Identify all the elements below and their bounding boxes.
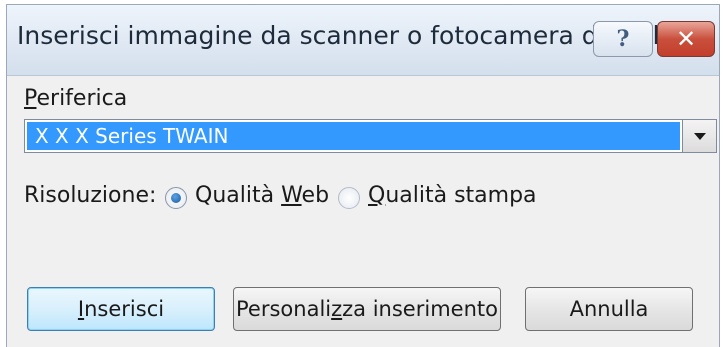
custom-insert-pre: Personali <box>236 297 332 321</box>
custom-insert-post: za inserimento <box>342 297 498 321</box>
dropdown-button[interactable] <box>682 120 716 152</box>
radio-web-quality-label[interactable]: Qualità Web <box>195 183 329 208</box>
radio-print-quality-label[interactable]: Qualità stampa <box>368 183 537 208</box>
insert-button-label: nserisci <box>84 297 165 321</box>
radio-print-quality-mnemonic: Q <box>368 183 386 208</box>
help-button[interactable]: ? <box>593 21 653 57</box>
radio-web-quality[interactable] <box>165 187 187 209</box>
cancel-button[interactable]: Annulla <box>525 287 693 331</box>
chevron-down-icon <box>693 132 706 140</box>
insert-button[interactable]: Inserisci <box>27 287 215 331</box>
device-label-text: eriferica <box>36 86 128 111</box>
dialog-title: Inserisci immagine da scanner o fotocame… <box>17 21 675 50</box>
custom-insert-mnemonic: z <box>331 297 343 321</box>
scanner-dialog: Inserisci immagine da scanner o fotocame… <box>6 4 720 347</box>
help-icon: ? <box>616 26 630 52</box>
radio-web-quality-pre: Qualità <box>195 183 282 208</box>
device-select[interactable]: X X X Series TWAIN <box>24 119 717 153</box>
resolution-label: Risoluzione: <box>24 183 157 208</box>
close-icon: ✕ <box>675 25 697 53</box>
radio-print-quality-post: ualità stampa <box>385 183 537 208</box>
device-label: Periferica <box>24 86 127 111</box>
radio-web-quality-mnemonic: W <box>281 183 302 208</box>
close-button[interactable]: ✕ <box>657 21 715 57</box>
device-selected-value: X X X Series TWAIN <box>27 122 680 150</box>
device-label-mnemonic: P <box>24 86 37 111</box>
radio-print-quality[interactable] <box>338 187 360 209</box>
radio-web-quality-post: eb <box>301 183 330 208</box>
custom-insert-button[interactable]: Personali z za inserimento <box>233 287 501 331</box>
title-bar[interactable]: Inserisci immagine da scanner o fotocame… <box>7 5 719 76</box>
